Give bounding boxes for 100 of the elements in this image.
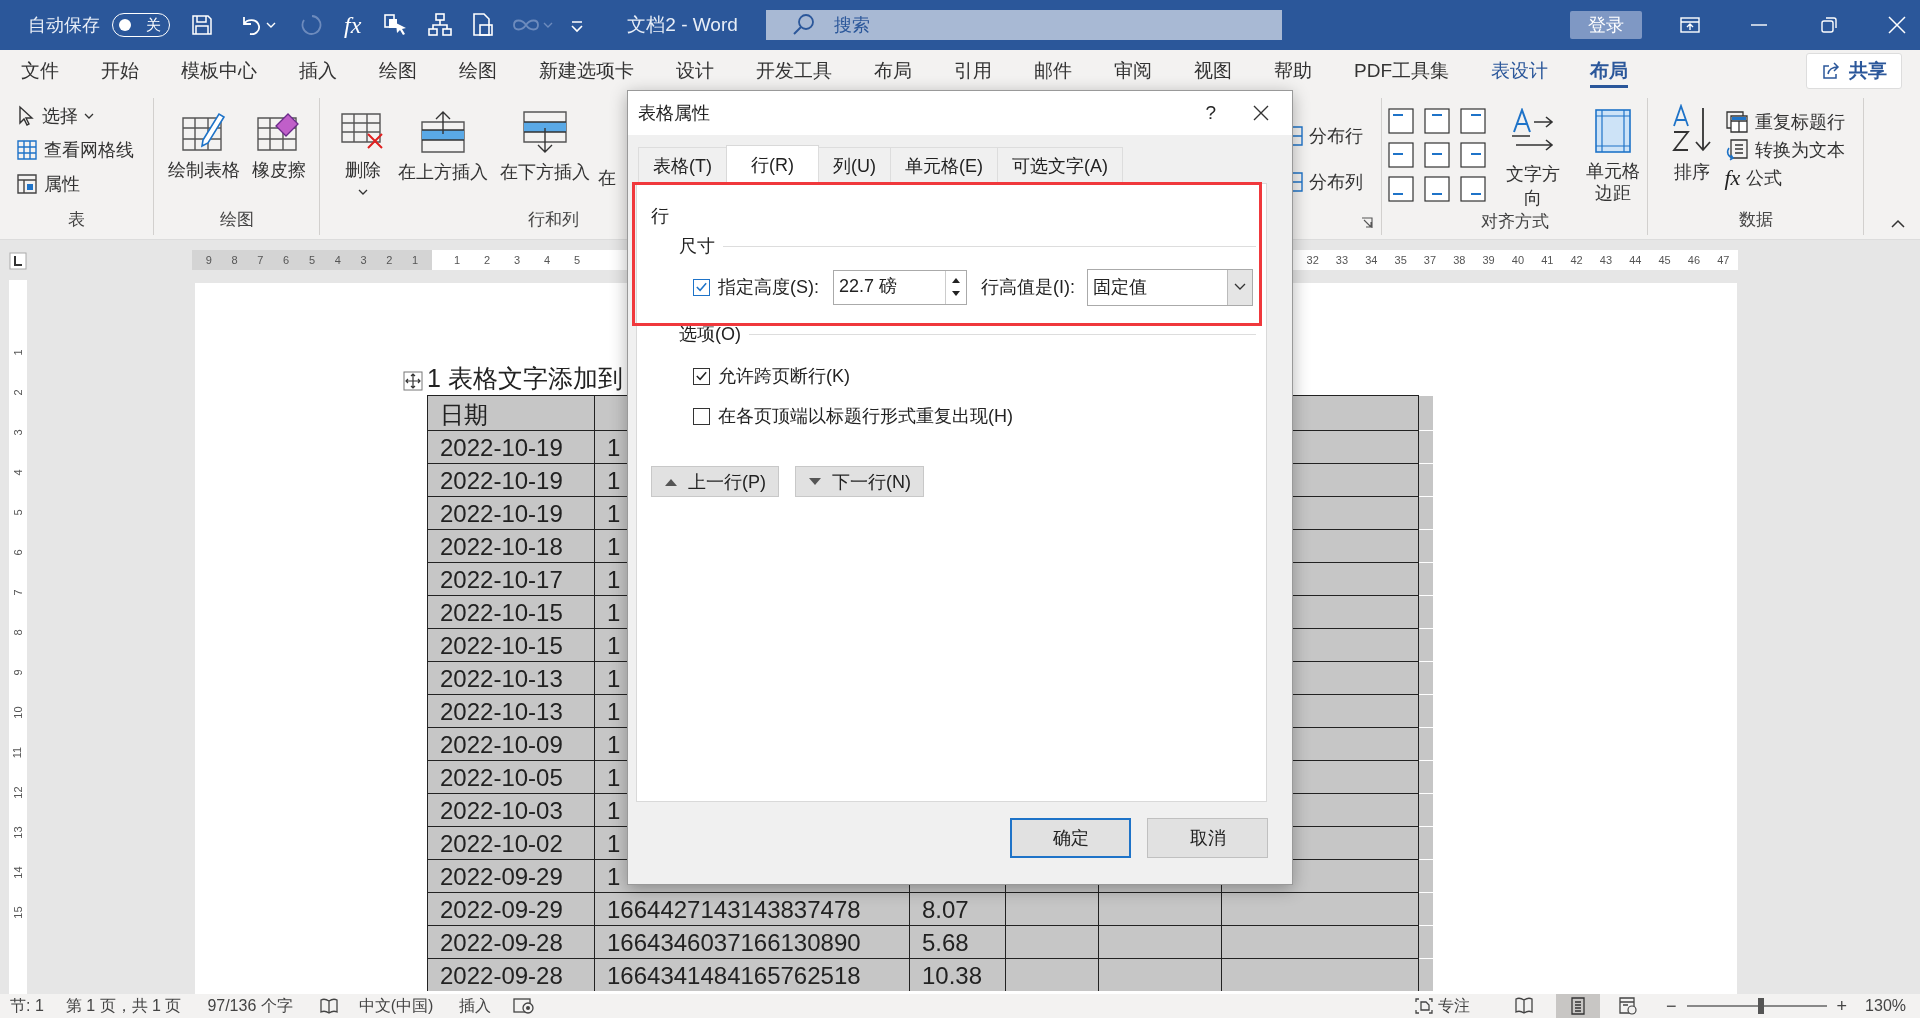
read-mode-icon[interactable] <box>1514 997 1535 1015</box>
restore-icon[interactable] <box>1818 15 1839 35</box>
ribbon-tab[interactable]: 新建选项卡 <box>518 50 655 92</box>
view-gridlines-button[interactable]: 查看网格线 <box>44 138 134 162</box>
formula-button[interactable]: 公式 <box>1746 166 1783 190</box>
ribbon-tab[interactable]: 插入 <box>278 50 358 92</box>
ribbon-tab[interactable]: 布局 <box>1569 50 1649 92</box>
sort-button[interactable]: 排序 <box>1666 104 1717 184</box>
align-icon[interactable] <box>1460 108 1486 134</box>
insert-above-button[interactable]: 在上方插入 <box>394 110 492 184</box>
ribbon-tab[interactable]: 开发工具 <box>735 50 853 92</box>
text-direction-button[interactable]: 文字方向 <box>1496 108 1569 210</box>
cell-margins-button[interactable]: 单元格边距 <box>1579 108 1647 204</box>
option-checkbox[interactable]: 在各页顶端以标题行形式重复出现(H) <box>693 404 1266 428</box>
ribbon-tab[interactable]: 设计 <box>655 50 735 92</box>
table-cell: 2022-09-28 <box>428 958 595 991</box>
zoom-in-button[interactable]: + <box>1836 995 1848 1017</box>
language-indicator[interactable]: 中文(中国) <box>358 995 434 1017</box>
insert-function-icon[interactable]: fx <box>344 11 362 39</box>
dialog-tab[interactable]: 行(R) <box>726 145 819 183</box>
insert-left-button[interactable]: 在 <box>598 166 616 190</box>
ribbon-tab[interactable]: 布局 <box>853 50 933 92</box>
specify-height-checkbox[interactable]: 指定高度(S): <box>693 275 819 299</box>
table-cell: 2022-10-15 <box>428 628 595 661</box>
ribbon-tab[interactable]: 开始 <box>80 50 160 92</box>
cancel-button[interactable]: 取消 <box>1147 818 1268 858</box>
print-layout-button[interactable] <box>1556 994 1601 1018</box>
ribbon-tab[interactable]: 绘图 <box>438 50 518 92</box>
search-field[interactable]: 搜索 <box>765 10 1282 40</box>
row-end-marker <box>1419 727 1433 760</box>
ribbon-tab[interactable]: 审阅 <box>1093 50 1173 92</box>
dialog-launcher-icon[interactable] <box>1361 217 1373 229</box>
ribbon-tab[interactable]: 视图 <box>1173 50 1253 92</box>
select-button[interactable]: 选择 <box>42 104 78 128</box>
properties-button[interactable]: 属性 <box>44 172 80 196</box>
distribute-button[interactable]: 分布行 <box>1309 124 1363 148</box>
ruler-number: 4 <box>11 469 25 476</box>
align-icon[interactable] <box>1424 142 1450 168</box>
help-button[interactable]: ? <box>1205 102 1216 124</box>
zoom-level[interactable]: 130% <box>1865 997 1906 1015</box>
row-height-rule-dropdown[interactable]: 固定值 <box>1087 268 1253 306</box>
share-button[interactable]: 共享 <box>1806 53 1902 89</box>
ruler-number: 34 <box>1365 253 1378 268</box>
proofing-book-icon[interactable] <box>318 997 339 1015</box>
height-spin-field[interactable]: 22.7 磅 <box>833 269 967 305</box>
zoom-out-button[interactable]: − <box>1666 995 1677 1017</box>
page-indicator[interactable]: 第 1 页，共 1 页 <box>65 995 182 1017</box>
convert-to-text-button[interactable]: 转换为文本 <box>1754 138 1845 162</box>
ribbon-display-icon[interactable] <box>1678 15 1701 35</box>
ruler-number: 6 <box>11 549 25 556</box>
distribute-button[interactable]: 分布列 <box>1309 170 1363 194</box>
close-icon[interactable] <box>1886 15 1907 35</box>
ruler-number: 3 <box>360 253 367 268</box>
option-checkbox[interactable]: 允许跨页断行(K) <box>693 364 1266 388</box>
previous-row-button[interactable]: 上一行(P) <box>651 466 779 497</box>
align-icon[interactable] <box>1460 142 1486 168</box>
row-end-marker <box>1419 793 1433 826</box>
draw-table-button[interactable]: 绘制表格 <box>163 110 244 182</box>
align-icon[interactable] <box>1388 108 1414 134</box>
eraser-button[interactable]: 橡皮擦 <box>247 110 310 182</box>
org-chart-icon[interactable] <box>427 12 454 38</box>
ribbon-tab[interactable]: 帮助 <box>1253 50 1333 92</box>
align-icon[interactable] <box>1460 176 1486 202</box>
align-icon[interactable] <box>1424 108 1450 134</box>
formula-icon: fx <box>1724 165 1741 191</box>
ribbon-tab[interactable]: 模板中心 <box>160 50 278 92</box>
repeat-header-rows-button[interactable]: 重复标题行 <box>1754 110 1845 134</box>
caret-icon <box>358 188 368 196</box>
ribbon-tab[interactable]: 表设计 <box>1470 50 1569 92</box>
caret-icon[interactable] <box>266 22 276 28</box>
web-layout-icon[interactable] <box>1618 997 1639 1015</box>
ribbon-tab[interactable]: 引用 <box>933 50 1013 92</box>
align-icon[interactable] <box>1424 176 1450 202</box>
macro-recording-icon[interactable] <box>513 997 536 1015</box>
focus-icon <box>1414 997 1435 1015</box>
align-icon[interactable] <box>1388 176 1414 202</box>
ribbon-tab[interactable]: PDF工具集 <box>1333 50 1470 92</box>
dialog-tab[interactable]: 可选文字(A) <box>997 147 1123 183</box>
save-icon[interactable] <box>190 13 214 37</box>
next-row-button[interactable]: 下一行(N) <box>795 466 924 497</box>
section-indicator[interactable]: 节: 1 <box>10 995 44 1017</box>
align-icon[interactable] <box>1388 142 1414 168</box>
ribbon-tab[interactable]: 邮件 <box>1013 50 1093 92</box>
document-icon[interactable] <box>471 12 496 38</box>
ok-button[interactable]: 确定 <box>1010 818 1131 858</box>
focus-button[interactable]: 专注 <box>1438 995 1471 1017</box>
ribbon-tab[interactable]: 文件 <box>0 50 80 92</box>
row-end-marker <box>1419 463 1433 496</box>
tab-stop-icon[interactable] <box>9 252 27 270</box>
table-move-handle-icon[interactable] <box>403 371 423 391</box>
dialog-tab[interactable]: 列(U) <box>818 147 891 183</box>
dialog-tab[interactable]: 表格(T) <box>638 147 727 183</box>
insert-mode-indicator[interactable]: 插入 <box>459 995 492 1017</box>
collapse-ribbon-icon[interactable] <box>1890 219 1906 229</box>
insert-below-button[interactable]: 在下方插入 <box>496 110 594 184</box>
close-icon[interactable] <box>1252 104 1270 122</box>
group-label: 数据 <box>1738 209 1773 231</box>
ribbon-tab[interactable]: 绘图 <box>358 50 438 92</box>
word-count[interactable]: 97/136 个字 <box>207 995 293 1017</box>
delete-button[interactable]: 删除 <box>336 110 390 196</box>
